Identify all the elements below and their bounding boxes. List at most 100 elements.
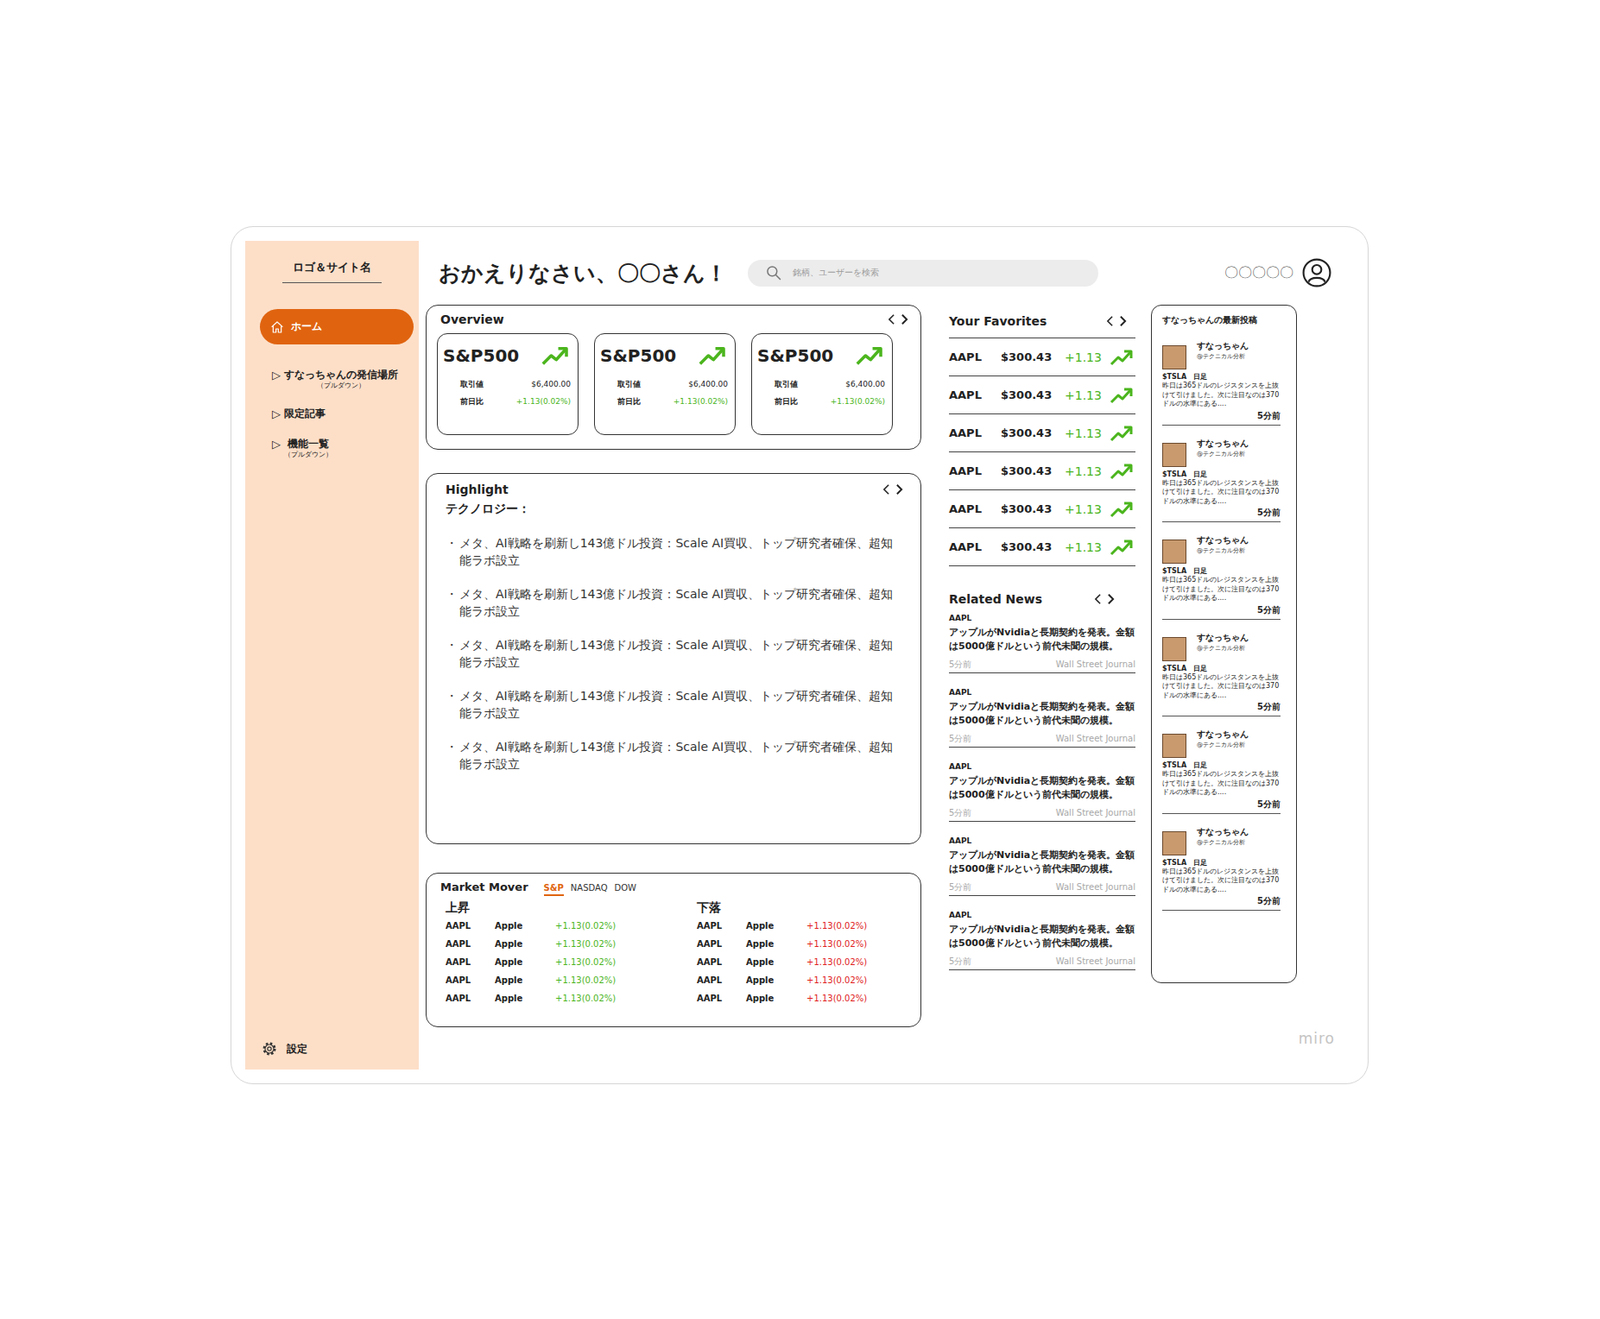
favorite-row[interactable]: AAPL $300.43 +1.13 bbox=[948, 337, 1136, 376]
post[interactable]: すなっちゃん @テクニカル分析 $TSLA 日足 昨日は365ドルのレジスタンス… bbox=[1162, 340, 1281, 426]
chevron-right-icon[interactable] bbox=[895, 483, 904, 496]
post[interactable]: すなっちゃん @テクニカル分析 $TSLA 日足 昨日は365ドルのレジスタンス… bbox=[1162, 728, 1281, 815]
index-card[interactable]: S&P500 取引値 $6,400.00 前日比 +1.13(0.02%) bbox=[594, 333, 736, 436]
left-column: Overview S&P500 取引値 $6,400.00 前日比 +1.13(… bbox=[425, 304, 922, 1028]
author-handle: @テクニカル分析 bbox=[1196, 352, 1249, 361]
news-item[interactable]: AAPL アップルがNvidiaと長期契約を発表。金額は5000億ドルという前代… bbox=[948, 835, 1136, 897]
post[interactable]: すなっちゃん @テクニカル分析 $TSLA 日足 昨日は365ドルのレジスタンス… bbox=[1162, 437, 1281, 524]
settings-label: 設定 bbox=[286, 1042, 308, 1057]
favorites-header: Your Favorites bbox=[948, 304, 1136, 338]
chevron-right-icon[interactable] bbox=[1106, 593, 1115, 606]
mover-list: 上昇 AAPL Apple +1.13(0.02%)AAPL Apple +1.… bbox=[445, 898, 697, 1008]
gear-icon bbox=[260, 1040, 279, 1058]
page: ロゴ＆サイト名 ホーム ▷ すなっちゃんの発信場所 （プルダウン）▷ 限定記事 … bbox=[0, 0, 1600, 1319]
price: $300.43 bbox=[1000, 350, 1065, 364]
mover-row[interactable]: AAPL Apple +1.13(0.02%) bbox=[445, 989, 697, 1008]
favorite-row[interactable]: AAPL $300.43 +1.13 bbox=[948, 527, 1136, 567]
news-headline: アップルがNvidiaと長期契約を発表。金額は5000億ドルという前代未聞の規模… bbox=[948, 774, 1136, 803]
market-tab[interactable]: NASDAQ bbox=[570, 883, 608, 897]
ticker: AAPL bbox=[445, 971, 495, 990]
change-label: 前日比 bbox=[460, 392, 484, 411]
highlight-text: メタ、AI戦略を刷新し143億ドル投資：Scale AI買収、トップ研究者確保、… bbox=[459, 534, 904, 570]
highlight-item[interactable]: ・ メタ、AI戦略を刷新し143億ドル投資：Scale AI買収、トップ研究者確… bbox=[445, 585, 904, 620]
post-author: すなっちゃん @テクニカル分析 bbox=[1162, 826, 1281, 856]
index-card[interactable]: S&P500 取引値 $6,400.00 前日比 +1.13(0.02%) bbox=[436, 333, 579, 436]
author-photo bbox=[1162, 831, 1187, 856]
change-value: +1.13(0.02%) bbox=[555, 935, 697, 954]
index-change-row: 前日比 +1.13(0.02%) bbox=[600, 392, 728, 411]
mover-row[interactable]: AAPL Apple +1.13(0.02%) bbox=[696, 989, 907, 1008]
market-tab[interactable]: DOW bbox=[614, 883, 637, 897]
index-change-row: 前日比 +1.13(0.02%) bbox=[757, 392, 886, 411]
user-menu[interactable]: 〇〇〇〇〇 bbox=[1224, 258, 1354, 288]
post-author: すなっちゃん @テクニカル分析 bbox=[1162, 728, 1281, 759]
news-item[interactable]: AAPL アップルがNvidiaと長期契約を発表。金額は5000億ドルという前代… bbox=[948, 910, 1136, 971]
mover-row[interactable]: AAPL Apple +1.13(0.02%) bbox=[696, 971, 907, 990]
favorite-row[interactable]: AAPL $300.43 +1.13 bbox=[948, 413, 1136, 452]
chevron-right-icon[interactable] bbox=[900, 313, 909, 326]
change-value: +1.13 bbox=[1064, 426, 1110, 441]
post-text: 昨日は365ドルのレジスタンスを上抜けて引けました。次に注目なのは370ドルの水… bbox=[1162, 479, 1281, 507]
logo[interactable]: ロゴ＆サイト名 bbox=[282, 259, 382, 284]
author-photo bbox=[1162, 539, 1187, 564]
favorite-row[interactable]: AAPL $300.43 +1.13 bbox=[948, 375, 1136, 414]
market-tab[interactable]: S&P bbox=[543, 883, 564, 897]
mover-row[interactable]: AAPL Apple +1.13(0.02%) bbox=[696, 935, 907, 954]
mover-row[interactable]: AAPL Apple +1.13(0.02%) bbox=[445, 935, 697, 954]
sidebar-item[interactable]: ホーム bbox=[259, 309, 414, 345]
post[interactable]: すなっちゃん @テクニカル分析 $TSLA 日足 昨日は365ドルのレジスタンス… bbox=[1162, 534, 1281, 620]
author-handle: @テクニカル分析 bbox=[1196, 838, 1249, 848]
news-item[interactable]: AAPL アップルがNvidiaと長期契約を発表。金額は5000億ドルという前代… bbox=[948, 687, 1136, 748]
news-ticker: AAPL bbox=[948, 910, 1136, 922]
company-name: Apple bbox=[746, 935, 807, 954]
chevron-left-icon[interactable] bbox=[1106, 315, 1114, 328]
news-time: 5分前 bbox=[948, 733, 972, 745]
sidebar-item[interactable]: ▷ 機能一覧 （プルダウン） bbox=[245, 437, 419, 460]
price-value: $6,400.00 bbox=[688, 375, 728, 393]
company-name: Apple bbox=[746, 971, 807, 990]
index-card[interactable]: S&P500 取引値 $6,400.00 前日比 +1.13(0.02%) bbox=[751, 333, 893, 436]
mover-row[interactable]: AAPL Apple +1.13(0.02%) bbox=[445, 916, 697, 936]
header: おかえりなさい、〇〇さん！ 銘柄、ユーザーを検索 〇〇〇〇〇 bbox=[425, 247, 1354, 298]
news-source: Wall Street Journal bbox=[1056, 658, 1136, 671]
favorite-row[interactable]: AAPL $300.43 +1.13 bbox=[948, 489, 1136, 528]
favorite-row[interactable]: AAPL $300.43 +1.13 bbox=[948, 451, 1136, 490]
ticker: AAPL bbox=[696, 916, 747, 936]
trend-arrow-icon bbox=[1109, 347, 1134, 367]
sidebar-item[interactable]: ▷ すなっちゃんの発信場所 （プルダウン） bbox=[245, 368, 419, 391]
sidebar-item[interactable]: ▷ 限定記事 bbox=[245, 407, 419, 421]
company-name: Apple bbox=[494, 953, 556, 972]
author-name: すなっちゃん bbox=[1196, 826, 1249, 839]
mover-row[interactable]: AAPL Apple +1.13(0.02%) bbox=[445, 971, 697, 990]
chevron-right-icon[interactable] bbox=[1119, 315, 1127, 328]
mover-row[interactable]: AAPL Apple +1.13(0.02%) bbox=[696, 953, 907, 972]
highlight-item[interactable]: ・ メタ、AI戦略を刷新し143億ドル投資：Scale AI買収、トップ研究者確… bbox=[445, 687, 904, 722]
index-name: S&P500 bbox=[757, 345, 834, 367]
mover-row[interactable]: AAPL Apple +1.13(0.02%) bbox=[445, 953, 697, 972]
settings-button[interactable]: 設定 bbox=[245, 1040, 419, 1070]
highlight-item[interactable]: ・ メタ、AI戦略を刷新し143億ドル投資：Scale AI買収、トップ研究者確… bbox=[445, 738, 904, 773]
chevron-left-icon[interactable] bbox=[887, 313, 896, 326]
company-name: Apple bbox=[494, 916, 556, 936]
highlight-item[interactable]: ・ メタ、AI戦略を刷新し143億ドル投資：Scale AI買収、トップ研究者確… bbox=[445, 636, 904, 671]
post[interactable]: すなっちゃん @テクニカル分析 $TSLA 日足 昨日は365ドルのレジスタンス… bbox=[1162, 632, 1281, 718]
highlight-text: メタ、AI戦略を刷新し143億ドル投資：Scale AI買収、トップ研究者確保、… bbox=[459, 585, 904, 620]
index-card-header: S&P500 bbox=[442, 344, 571, 367]
post-tag: $TSLA 日足 bbox=[1162, 859, 1281, 868]
news-ticker: AAPL bbox=[948, 613, 1136, 625]
highlight-item[interactable]: ・ メタ、AI戦略を刷新し143億ドル投資：Scale AI買収、トップ研究者確… bbox=[445, 534, 904, 570]
author-info: すなっちゃん @テクニカル分析 bbox=[1196, 534, 1249, 556]
highlight-text: メタ、AI戦略を刷新し143億ドル投資：Scale AI買収、トップ研究者確保、… bbox=[459, 636, 904, 671]
news-item[interactable]: AAPL アップルがNvidiaと長期契約を発表。金額は5000億ドルという前代… bbox=[948, 761, 1136, 823]
news-item[interactable]: AAPL アップルがNvidiaと長期契約を発表。金額は5000億ドルという前代… bbox=[948, 613, 1136, 674]
change-value: +1.13(0.02%) bbox=[555, 989, 697, 1008]
chevron-left-icon[interactable] bbox=[882, 483, 891, 496]
index-change-row: 前日比 +1.13(0.02%) bbox=[442, 392, 571, 411]
post[interactable]: すなっちゃん @テクニカル分析 $TSLA 日足 昨日は365ドルのレジスタンス… bbox=[1162, 826, 1281, 912]
post-author: すなっちゃん @テクニカル分析 bbox=[1162, 340, 1281, 370]
chevron-left-icon[interactable] bbox=[1094, 593, 1102, 606]
mover-row[interactable]: AAPL Apple +1.13(0.02%) bbox=[696, 916, 907, 936]
bullet: ・ bbox=[445, 687, 458, 722]
news-meta: 5分前 Wall Street Journal bbox=[948, 955, 1136, 968]
search-field[interactable]: 銘柄、ユーザーを検索 bbox=[747, 259, 1099, 287]
